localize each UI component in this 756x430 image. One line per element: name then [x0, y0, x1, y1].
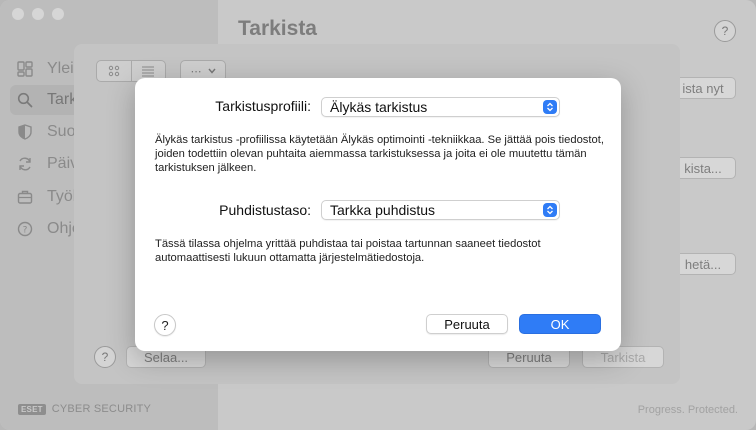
profile-label: Tarkistusprofiili: [215, 98, 311, 114]
help-button[interactable]: ? [714, 20, 736, 42]
sidebar-item-label: Suo [47, 123, 76, 140]
sidebar-item-label: Tark [47, 91, 78, 108]
refresh-icon [17, 156, 33, 172]
profile-select[interactable]: Älykäs tarkistus [321, 97, 560, 117]
ok-button[interactable]: OK [519, 314, 601, 334]
footer-tagline: Progress. Protected. [637, 404, 738, 416]
zoom-window-button[interactable] [52, 8, 64, 20]
cleaning-label: Puhdistustaso: [219, 202, 311, 218]
minimize-window-button[interactable] [32, 8, 44, 20]
profile-select-value: Älykäs tarkistus [330, 99, 428, 115]
cancel-button[interactable]: Peruuta [426, 314, 508, 334]
close-window-button[interactable] [12, 8, 24, 20]
brand-badge: ESET [18, 403, 46, 415]
page-title: Tarkista [238, 17, 317, 40]
stepper-icon [543, 100, 557, 114]
cleaning-select[interactable]: Tarkka puhdistus [321, 200, 560, 220]
brand-text: CYBER SECURITY [51, 403, 152, 415]
brand-logo: ESET CYBER SECURITY [18, 403, 151, 415]
list-icon [142, 66, 155, 77]
search-icon [17, 92, 33, 108]
svg-text:?: ? [23, 226, 28, 236]
chevron-down-icon [207, 68, 216, 74]
overview-icon [17, 61, 33, 77]
briefcase-icon [17, 189, 33, 205]
grid-view-button[interactable] [97, 61, 131, 81]
window-controls [12, 8, 64, 20]
app-window: Yleis Tark Suo Päiv Työl ? Ohje ESET CYB… [0, 0, 756, 430]
more-icon: ⋯ [190, 65, 202, 78]
cleaning-select-value: Tarkka puhdistus [330, 202, 436, 218]
shield-icon [17, 124, 33, 140]
sidebar-item-label: Työl [47, 188, 77, 205]
grid-icon [108, 65, 119, 77]
help-icon: ? [17, 221, 33, 237]
profile-description: Älykäs tarkistus -profiilissa käytetään … [155, 134, 604, 174]
dialog-help-button[interactable]: ? [154, 314, 176, 336]
sheet-help-button[interactable]: ? [94, 346, 116, 368]
stepper-icon [543, 203, 557, 217]
scan-settings-dialog: Tarkistusprofiili: Älykäs tarkistus Älyk… [135, 78, 621, 351]
cleaning-description: Tässä tilassa ohjelma yrittää puhdistaa … [155, 238, 541, 264]
